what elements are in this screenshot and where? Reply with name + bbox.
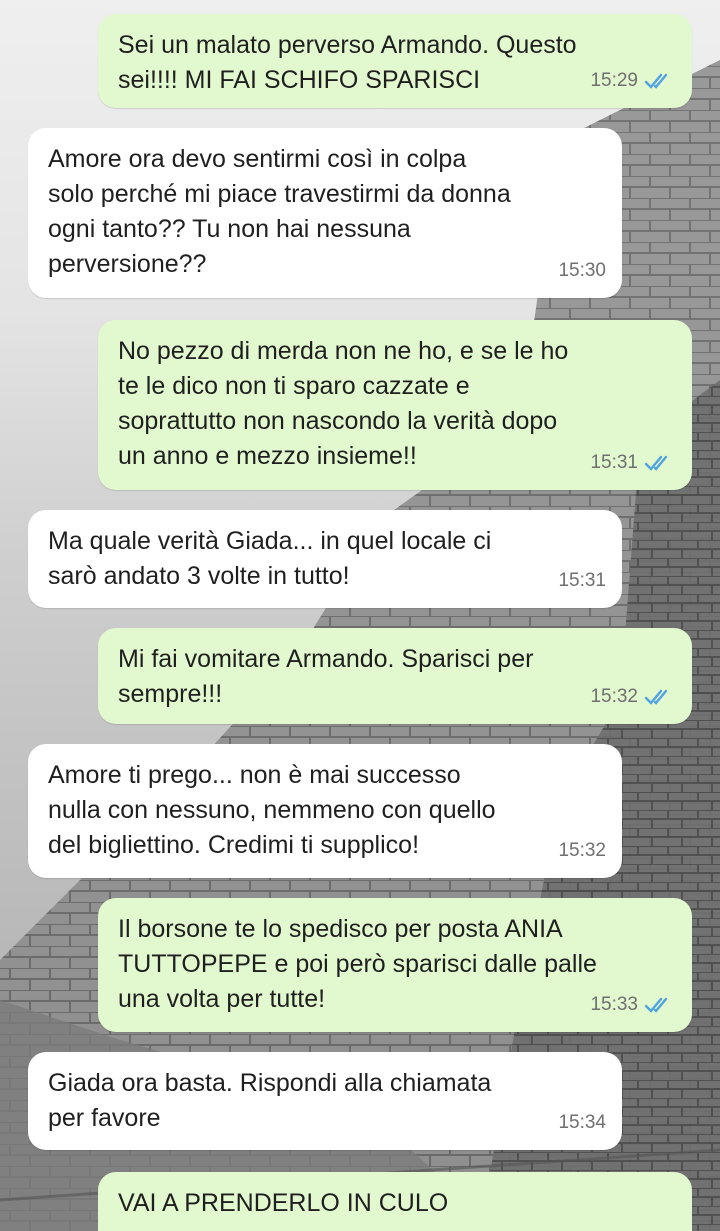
message-time: 15:30 — [558, 260, 606, 281]
message-text: Il borsone te lo spedisco per posta ANIA… — [118, 915, 597, 1013]
message-text: Sei un malato perverso Armando. Questo s… — [118, 31, 577, 94]
message-time: 15:31 — [590, 452, 638, 473]
message-meta: 15:33 — [590, 987, 672, 1022]
chat-messages[interactable]: Sei un malato perverso Armando. Questo s… — [0, 0, 720, 1231]
message-time: 15:32 — [590, 686, 638, 707]
double-check-icon — [644, 997, 668, 1013]
message-meta: 15:32 — [558, 833, 606, 868]
message-time: 15:29 — [590, 70, 638, 91]
double-check-icon — [644, 73, 668, 89]
message-text: Mi fai vomitare Armando. Sparisci per se… — [118, 645, 534, 708]
message-time: 15:34 — [558, 1112, 606, 1133]
message-bubble-incoming[interactable]: Amore ora devo sentirmi così in colpa so… — [28, 128, 622, 298]
message-meta: 15:31 — [558, 563, 606, 598]
message-time: 15:32 — [558, 840, 606, 861]
message-bubble-incoming[interactable]: Giada ora basta. Rispondi alla chiamata … — [28, 1052, 622, 1150]
message-bubble-outgoing[interactable]: VAI A PRENDERLO IN CULO — [98, 1172, 692, 1231]
message-meta: 15:29 — [590, 63, 672, 98]
message-bubble-incoming[interactable]: Amore ti prego... non è mai successo nul… — [28, 744, 622, 878]
message-bubble-outgoing[interactable]: Il borsone te lo spedisco per posta ANIA… — [98, 898, 692, 1032]
message-time: 15:31 — [558, 570, 606, 591]
message-meta: 15:34 — [558, 1105, 606, 1140]
message-meta: 15:31 — [590, 445, 672, 480]
message-bubble-outgoing[interactable]: Mi fai vomitare Armando. Sparisci per se… — [98, 628, 692, 724]
message-bubble-incoming[interactable]: Ma quale verità Giada... in quel locale … — [28, 510, 622, 608]
double-check-icon — [644, 689, 668, 705]
message-text: Ma quale verità Giada... in quel locale … — [48, 527, 492, 590]
message-text: Giada ora basta. Rispondi alla chiamata … — [48, 1069, 492, 1132]
message-text: Amore ti prego... non è mai successo nul… — [48, 761, 496, 859]
double-check-icon — [644, 455, 668, 471]
message-meta: 15:32 — [590, 679, 672, 714]
message-text: No pezzo di merda non ne ho, e se le ho … — [118, 337, 569, 470]
message-text: VAI A PRENDERLO IN CULO — [118, 1189, 449, 1217]
message-meta: 15:30 — [558, 253, 606, 288]
message-text: Amore ora devo sentirmi così in colpa so… — [48, 145, 511, 278]
message-bubble-outgoing[interactable]: Sei un malato perverso Armando. Questo s… — [98, 14, 692, 108]
message-time: 15:33 — [590, 994, 638, 1015]
message-bubble-outgoing[interactable]: No pezzo di merda non ne ho, e se le ho … — [98, 320, 692, 490]
